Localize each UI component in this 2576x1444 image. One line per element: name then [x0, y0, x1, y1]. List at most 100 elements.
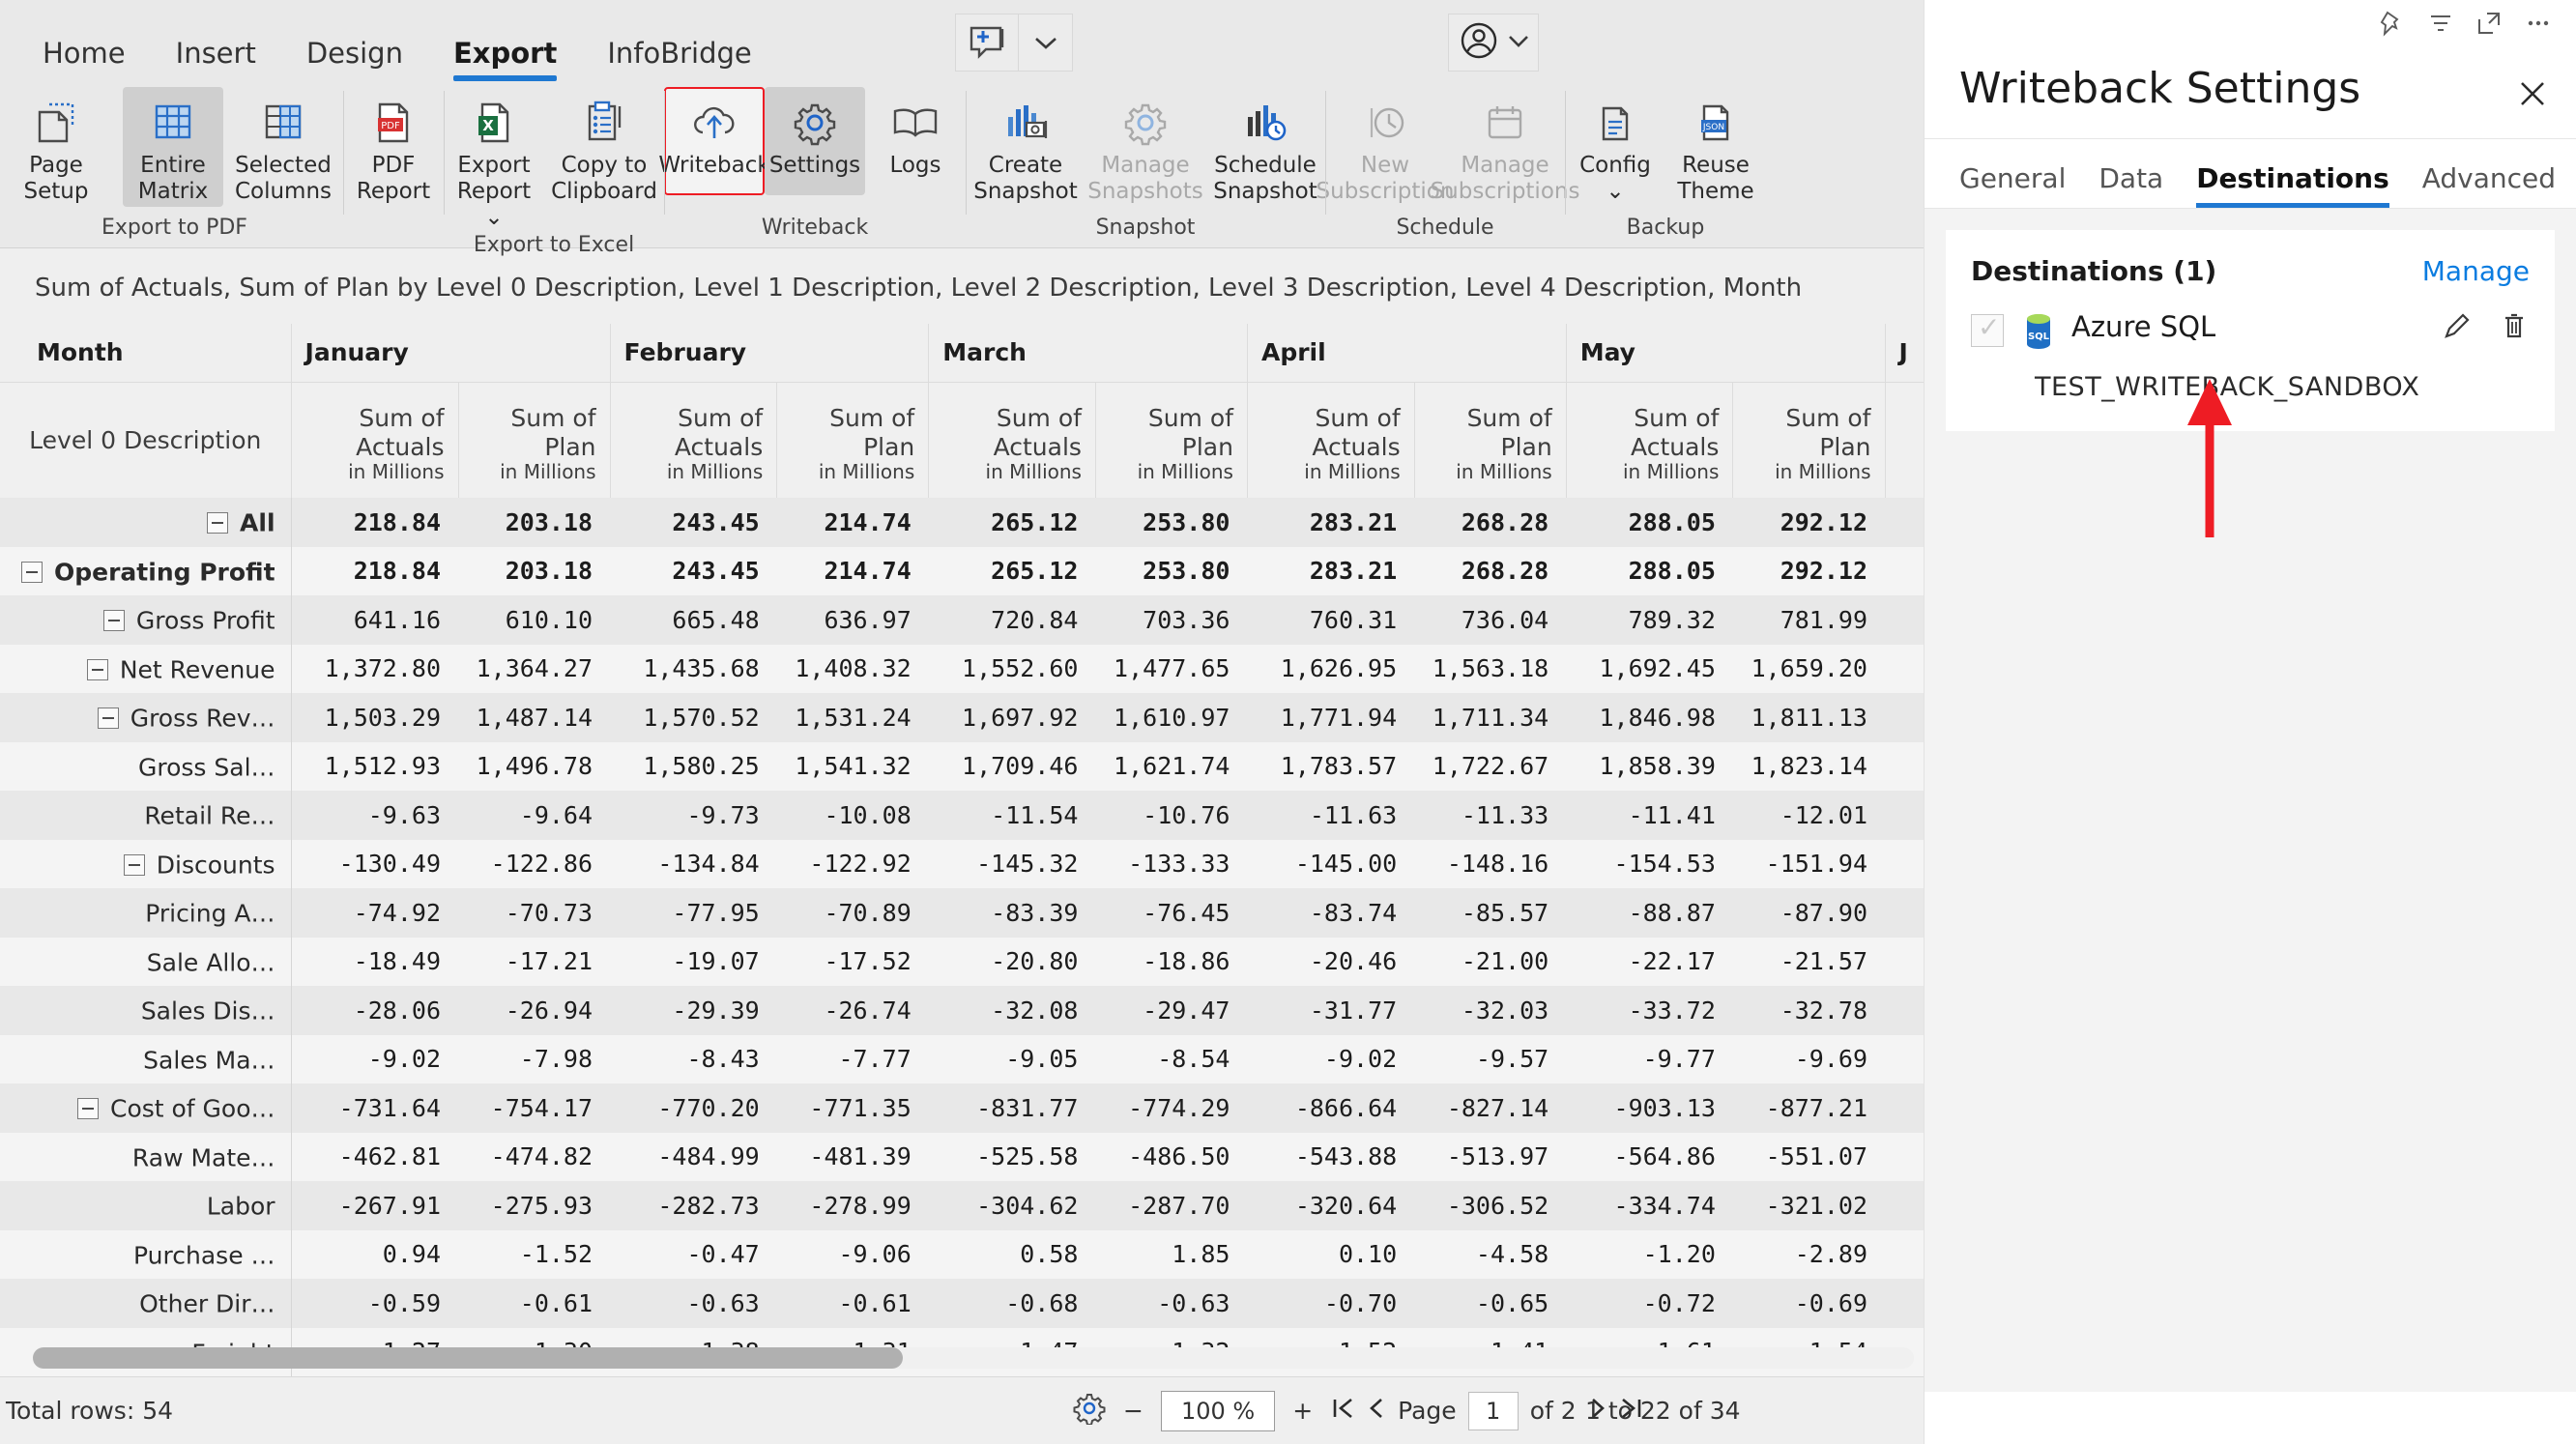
- value-cell[interactable]: 218.84: [291, 498, 459, 547]
- more-icon[interactable]: [2524, 10, 2553, 41]
- value-cell[interactable]: -9.05: [928, 1034, 1096, 1083]
- value-cell[interactable]: 1,783.57: [1247, 741, 1415, 791]
- value-cell-partial[interactable]: [1885, 937, 1924, 986]
- value-cell[interactable]: 665.48: [610, 595, 777, 645]
- tab-export[interactable]: Export: [428, 27, 582, 81]
- value-cell[interactable]: -87.90: [1732, 888, 1885, 938]
- value-cell[interactable]: 1,435.68: [610, 644, 777, 693]
- table-row[interactable]: Raw Mate… -462.81 -474.82 -484.99 -481.39 -52…: [0, 1132, 1924, 1181]
- table-row[interactable]: Cost of Goo… -731.64 -754.17 -770.20 -771.35…: [0, 1083, 1924, 1133]
- measure-header-actuals-jan[interactable]: Sum of Actuals in Millions: [290, 381, 459, 498]
- value-cell[interactable]: -7.98: [458, 1034, 611, 1083]
- value-cell[interactable]: -21.57: [1732, 937, 1885, 986]
- value-cell[interactable]: -18.49: [291, 937, 459, 986]
- value-cell-partial[interactable]: [1885, 595, 1924, 645]
- value-cell[interactable]: -20.46: [1247, 937, 1415, 986]
- export-report-button[interactable]: X Export Report ⌄: [444, 87, 544, 233]
- value-cell[interactable]: 636.97: [776, 595, 929, 645]
- value-cell[interactable]: 1,364.27: [458, 644, 611, 693]
- tab-advanced[interactable]: Advanced: [2422, 162, 2556, 208]
- value-cell[interactable]: -0.68: [928, 1279, 1096, 1328]
- value-cell[interactable]: 0.94: [291, 1229, 459, 1279]
- value-cell[interactable]: -0.61: [458, 1279, 611, 1328]
- measure-header-plan-may[interactable]: Sum of Plan in Millions: [1732, 381, 1885, 498]
- value-cell[interactable]: -10.08: [776, 791, 929, 840]
- value-cell[interactable]: -26.94: [458, 986, 611, 1035]
- month-header-may[interactable]: May: [1565, 324, 1885, 382]
- table-row[interactable]: Pricing A… -74.92 -70.73 -77.95 -70.89 -83.39…: [0, 888, 1924, 938]
- table-row[interactable]: Discounts -130.49 -122.86 -134.84 -122.92 -14…: [0, 839, 1924, 888]
- value-cell[interactable]: 203.18: [458, 546, 611, 595]
- value-cell[interactable]: -0.59: [291, 1279, 459, 1328]
- value-cell[interactable]: 253.80: [1095, 498, 1248, 547]
- measure-header-plan-feb[interactable]: Sum of Plan in Millions: [776, 381, 929, 498]
- value-cell[interactable]: 283.21: [1247, 498, 1415, 547]
- value-cell[interactable]: -130.49: [291, 839, 459, 888]
- value-cell[interactable]: 214.74: [776, 546, 929, 595]
- row-label-cell[interactable]: Sale Allo…: [0, 937, 292, 986]
- value-cell[interactable]: -877.21: [1732, 1083, 1885, 1133]
- value-cell[interactable]: 1,771.94: [1247, 693, 1415, 742]
- value-cell[interactable]: -2.89: [1732, 1229, 1885, 1279]
- value-cell[interactable]: -1.20: [1566, 1229, 1733, 1279]
- value-cell[interactable]: 203.18: [458, 498, 611, 547]
- page-input[interactable]: 1: [1467, 1391, 1519, 1430]
- value-cell[interactable]: 1,531.24: [776, 693, 929, 742]
- value-cell[interactable]: -334.74: [1566, 1181, 1733, 1230]
- row-label-cell[interactable]: Raw Mate…: [0, 1132, 292, 1181]
- measure-header-actuals-may[interactable]: Sum of Actuals in Millions: [1565, 381, 1733, 498]
- value-cell[interactable]: -304.62: [928, 1181, 1096, 1230]
- measure-header-actuals-apr[interactable]: Sum of Actuals in Millions: [1246, 381, 1415, 498]
- value-cell[interactable]: -31.77: [1247, 986, 1415, 1035]
- value-cell[interactable]: -481.39: [776, 1132, 929, 1181]
- trash-icon[interactable]: [2499, 310, 2530, 347]
- value-cell[interactable]: -0.61: [776, 1279, 929, 1328]
- value-cell[interactable]: 1.85: [1095, 1229, 1248, 1279]
- value-cell-partial[interactable]: [1885, 888, 1924, 938]
- value-cell[interactable]: -1.52: [458, 1229, 611, 1279]
- collapse-toggle-icon[interactable]: [102, 610, 125, 631]
- value-cell[interactable]: 1,496.78: [458, 741, 611, 791]
- destination-item[interactable]: SQL Azure SQL: [1971, 310, 2530, 359]
- collapse-toggle-icon[interactable]: [123, 853, 145, 876]
- value-cell[interactable]: 1,722.67: [1414, 741, 1567, 791]
- table-row[interactable]: Gross Rev… 1,503.29 1,487.14 1,570.52 1,531.…: [0, 693, 1924, 742]
- value-cell[interactable]: -513.97: [1414, 1132, 1567, 1181]
- tab-general[interactable]: General: [1959, 162, 2066, 208]
- value-cell[interactable]: -33.72: [1566, 986, 1733, 1035]
- value-cell[interactable]: -70.89: [776, 888, 929, 938]
- value-cell[interactable]: -20.80: [928, 937, 1096, 986]
- value-cell[interactable]: 1,408.32: [776, 644, 929, 693]
- first-page-icon[interactable]: [1330, 1395, 1355, 1428]
- filter-icon[interactable]: [2427, 10, 2454, 41]
- value-cell[interactable]: -18.86: [1095, 937, 1248, 986]
- value-cell[interactable]: -83.74: [1247, 888, 1415, 938]
- config-backup-button[interactable]: Config ⌄: [1565, 87, 1665, 207]
- table-row[interactable]: Sales Dis… -28.06 -26.94 -29.39 -26.74 -32.08…: [0, 986, 1924, 1035]
- destination-checkbox[interactable]: [1971, 311, 2004, 347]
- tab-destinations[interactable]: Destinations: [2196, 162, 2389, 208]
- value-cell[interactable]: 1,846.98: [1566, 693, 1733, 742]
- gear-icon[interactable]: [1073, 1392, 1106, 1430]
- row-label-cell[interactable]: Retail Re…: [0, 791, 292, 840]
- measure-header-actuals-feb[interactable]: Sum of Actuals in Millions: [609, 381, 777, 498]
- value-cell[interactable]: 218.84: [291, 546, 459, 595]
- value-cell[interactable]: 1,711.34: [1414, 693, 1567, 742]
- value-cell[interactable]: 1,626.95: [1247, 644, 1415, 693]
- value-cell[interactable]: -9.73: [610, 791, 777, 840]
- value-cell[interactable]: 703.36: [1095, 595, 1248, 645]
- value-cell-partial[interactable]: [1885, 1181, 1924, 1230]
- value-cell[interactable]: -0.63: [1095, 1279, 1248, 1328]
- value-cell[interactable]: 1,487.14: [458, 693, 611, 742]
- value-cell[interactable]: 1,692.45: [1566, 644, 1733, 693]
- table-row[interactable]: Operating Profit 218.84 203.18 243.45 214.74…: [0, 546, 1924, 595]
- value-cell[interactable]: -771.35: [776, 1083, 929, 1133]
- value-cell[interactable]: -564.86: [1566, 1132, 1733, 1181]
- value-cell[interactable]: 736.04: [1414, 595, 1567, 645]
- add-comment-icon[interactable]: [955, 14, 1019, 72]
- value-cell[interactable]: -9.57: [1414, 1034, 1567, 1083]
- zoom-value[interactable]: 100 %: [1160, 1390, 1276, 1431]
- tab-infobridge[interactable]: InfoBridge: [582, 27, 776, 81]
- value-cell[interactable]: -11.33: [1414, 791, 1567, 840]
- row-label-cell[interactable]: Purchase …: [0, 1229, 292, 1279]
